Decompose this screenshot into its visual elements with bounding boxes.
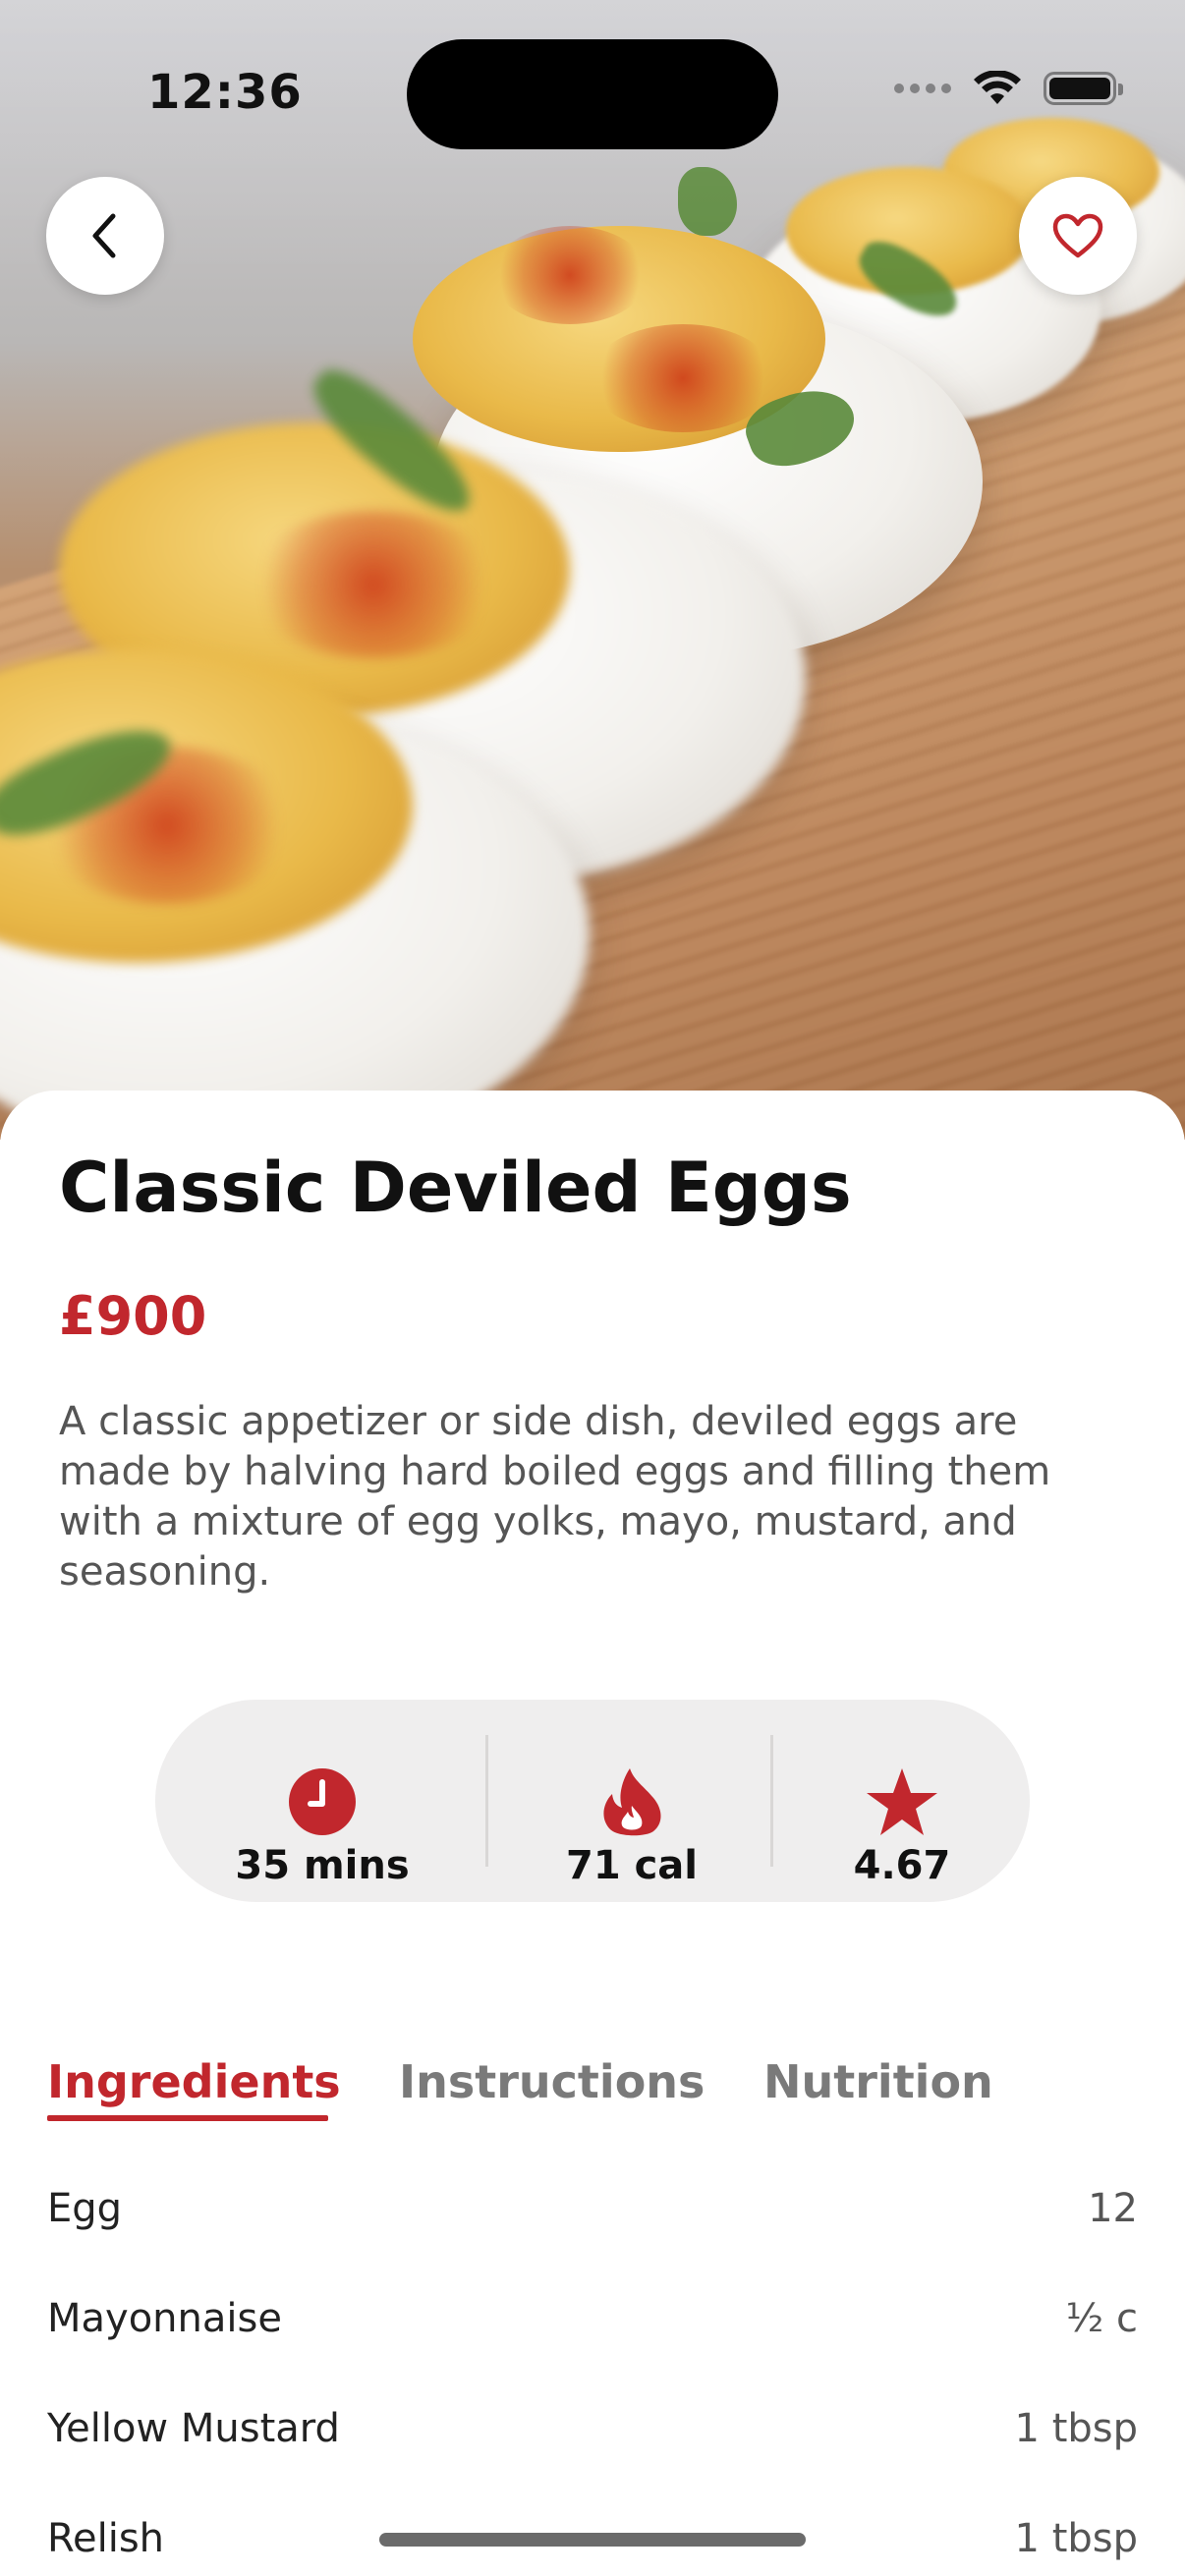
- battery-icon: [1044, 72, 1123, 105]
- ingredient-quantity: 12: [1088, 2186, 1138, 2231]
- clock-icon: [289, 1768, 356, 1835]
- recipe-detail-screen: 12:36 Classic Deviled Eggs £900 A classi…: [0, 0, 1185, 2576]
- recipe-price: £900: [59, 1285, 207, 1347]
- tab-instructions[interactable]: Instructions: [399, 2055, 705, 2108]
- status-bar-time: 12:36: [147, 65, 303, 120]
- status-bar-icons: [894, 71, 1123, 106]
- cellular-signal-icon: [894, 84, 951, 93]
- ingredient-name: Mayonnaise: [47, 2296, 282, 2341]
- stat-calories: 71 cal: [489, 1700, 774, 1902]
- stats-divider: [770, 1735, 773, 1867]
- recipe-hero-image: [0, 0, 1185, 1140]
- recipe-title: Classic Deviled Eggs: [59, 1148, 852, 1228]
- ingredient-name: Relish: [47, 2516, 165, 2561]
- stats-divider: [485, 1735, 488, 1867]
- stat-calories-value: 71 cal: [565, 1843, 698, 1888]
- heart-outline-icon: [1052, 213, 1103, 258]
- ingredient-name: Yellow Mustard: [47, 2406, 340, 2451]
- wifi-icon: [974, 71, 1021, 104]
- stat-rating-value: 4.67: [853, 1843, 951, 1888]
- tab-ingredients[interactable]: Ingredients: [47, 2055, 341, 2108]
- ingredient-quantity: ½ c: [1065, 2296, 1138, 2341]
- favorite-button[interactable]: [1019, 177, 1137, 295]
- stat-cook-time-value: 35 mins: [235, 1843, 410, 1888]
- stat-rating: 4.67: [774, 1700, 1030, 1902]
- star-icon: [867, 1768, 937, 1835]
- home-indicator[interactable]: [379, 2533, 806, 2547]
- chevron-left-icon: [92, 213, 116, 258]
- active-tab-indicator: [47, 2115, 328, 2121]
- ingredient-row: Mayonnaise ½ c: [47, 2289, 1138, 2348]
- ingredient-quantity: 1 tbsp: [1014, 2406, 1138, 2451]
- dynamic-island: [407, 39, 778, 149]
- tab-nutrition[interactable]: Nutrition: [763, 2055, 993, 2108]
- recipe-description: A classic appetizer or side dish, devile…: [59, 1399, 1051, 1595]
- ingredient-row: Yellow Mustard 1 tbsp: [47, 2399, 1138, 2458]
- ingredient-row: Egg 12: [47, 2179, 1138, 2238]
- ingredient-name: Egg: [47, 2186, 123, 2231]
- recipe-stats: 35 mins 71 cal 4.67: [155, 1700, 1030, 1902]
- back-button[interactable]: [46, 177, 164, 295]
- stat-cook-time: 35 mins: [155, 1700, 489, 1902]
- ingredient-quantity: 1 tbsp: [1014, 2516, 1138, 2561]
- flame-icon: [603, 1768, 661, 1836]
